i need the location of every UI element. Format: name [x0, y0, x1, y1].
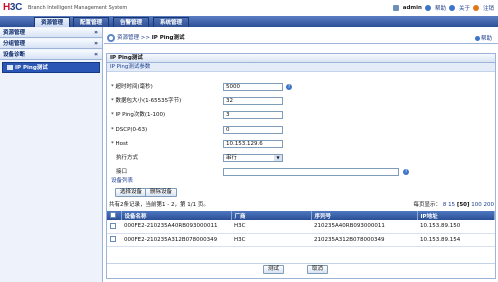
exec-mode-row: 执行方式 串行 ▼: [107, 153, 497, 163]
interface-input[interactable]: [223, 168, 399, 176]
top-tab-bar: 资源管理 配置管理 告警管理 系统管理: [0, 16, 498, 27]
dscp-row: * DSCP(0-63) 0: [107, 125, 497, 135]
row-checkbox[interactable]: [110, 236, 116, 243]
tab-resource-management[interactable]: 资源管理: [34, 17, 71, 27]
sidebar-item-ip-ping[interactable]: IP Ping测试: [2, 62, 100, 73]
user-icon: [392, 5, 399, 11]
system-name: Branch Intelligent Management System: [28, 5, 128, 11]
dscp-input[interactable]: 0: [223, 126, 283, 134]
host-row: * Host 10.153.129.6: [107, 139, 497, 149]
tab-config-management[interactable]: 配置管理: [73, 17, 110, 27]
ping-count-row: * IP Ping次数(1-100) 3: [107, 110, 497, 120]
logout-link[interactable]: 注销: [483, 4, 494, 12]
remove-device-button[interactable]: 删除设备: [145, 188, 178, 197]
help-icon: [424, 5, 431, 11]
help-icon: [474, 36, 480, 41]
interface-row: 接口 ?: [116, 168, 409, 176]
breadcrumb-resource[interactable]: 资源管理: [117, 35, 139, 41]
sidebar-section-diagnosis[interactable]: 设备诊断 «: [0, 50, 102, 60]
sidebar: 资源管理» 分组管理» 设备诊断 « IP Ping测试: [0, 27, 103, 282]
about-link[interactable]: 关于: [459, 4, 470, 12]
packet-size-row: * 数据包大小(1-65535字节) 32: [107, 96, 497, 106]
chevron-icon: »: [94, 29, 98, 36]
ping-icon: [7, 65, 13, 70]
page-size-pager: 每页显示： 8 15 [50] 100 200: [413, 202, 495, 208]
table-row: 000FE2-210235A40RB093000011 H3C 210235A4…: [107, 220, 495, 234]
ping-count-input[interactable]: 3: [223, 111, 283, 119]
params-section-title: IP Ping测试参数: [107, 63, 495, 72]
help-icon[interactable]: ?: [286, 84, 292, 90]
page-help-link[interactable]: 帮助: [481, 36, 492, 42]
table-header: 设备名称 厂商 序列号 IP地址: [107, 211, 495, 220]
breadcrumb: 资源管理 >> IP Ping测试 帮助: [104, 30, 498, 44]
select-all-checkbox[interactable]: [110, 212, 116, 219]
sidebar-section-resource[interactable]: 资源管理»: [0, 28, 102, 38]
chevron-icon: «: [94, 51, 98, 58]
chevron-icon: »: [94, 40, 98, 47]
panel-title: IP Ping测试: [107, 54, 495, 63]
row-checkbox[interactable]: [110, 223, 116, 229]
username: admin: [402, 5, 422, 11]
help-link[interactable]: 帮助: [435, 4, 446, 12]
col-device-name[interactable]: 设备名称: [121, 211, 232, 220]
col-ip[interactable]: IP地址: [417, 211, 495, 220]
cancel-button[interactable]: 取消: [307, 265, 329, 274]
timeout-input[interactable]: 5000: [223, 83, 283, 91]
chevron-down-icon: ▼: [274, 155, 282, 161]
breadcrumb-current: IP Ping测试: [151, 35, 185, 41]
app-header: H3C Branch Intelligent Management System…: [0, 0, 498, 16]
timeout-row: * 超时时间(毫秒) 5000 ?: [111, 83, 292, 91]
tab-alarm-management[interactable]: 告警管理: [113, 17, 150, 27]
page-size-200[interactable]: 200: [484, 202, 495, 208]
h3c-logo: H3C: [3, 2, 23, 13]
col-serial[interactable]: 序列号: [311, 211, 418, 220]
test-button[interactable]: 测试: [263, 265, 285, 274]
about-icon: [448, 5, 455, 11]
tab-system-management[interactable]: 系统管理: [153, 17, 190, 27]
logout-icon: [472, 5, 479, 11]
device-list-title: 设备列表: [111, 178, 134, 184]
exec-mode-select[interactable]: 串行 ▼: [223, 154, 283, 162]
page-size-50: [50]: [456, 202, 470, 208]
ping-panel: IP Ping测试 IP Ping测试参数 * 超时时间(毫秒) 5000 ? …: [106, 53, 496, 279]
col-vendor[interactable]: 厂商: [231, 211, 312, 220]
main-content: 资源管理 >> IP Ping测试 帮助 IP Ping测试 IP Ping测试…: [104, 27, 498, 282]
help-icon[interactable]: ?: [403, 169, 409, 175]
gear-icon: [107, 33, 115, 42]
page-size-8[interactable]: 8: [443, 202, 447, 208]
table-summary-row: 共有2条记录，当前第1 - 2，第 1/1 页。 每页显示： 8 15 [50]…: [109, 202, 495, 208]
select-device-button[interactable]: 选择设备: [115, 188, 148, 197]
host-input[interactable]: 10.153.129.6: [223, 140, 283, 148]
sidebar-section-group[interactable]: 分组管理»: [0, 39, 102, 49]
form-actions: 测试 取消: [107, 263, 495, 275]
page-size-15[interactable]: 15: [448, 202, 455, 208]
page-size-100[interactable]: 100: [471, 202, 482, 208]
device-table: 设备名称 厂商 序列号 IP地址 000FE2-210235A40RB09300…: [107, 211, 495, 247]
packet-size-input[interactable]: 32: [223, 97, 283, 105]
table-row: 000FE2-210235A312B078000349 H3C 210235A3…: [107, 233, 495, 247]
